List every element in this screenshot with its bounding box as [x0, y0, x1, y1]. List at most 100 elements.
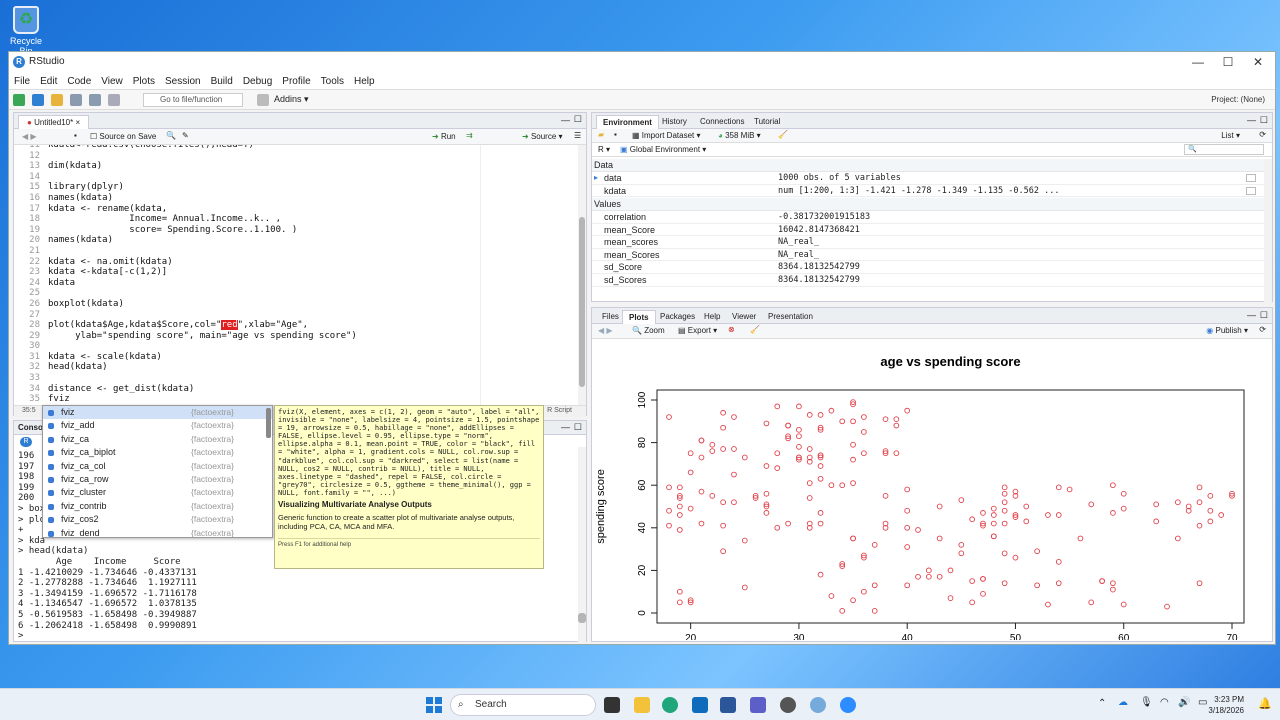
- taskbar-search[interactable]: ⌕ Search: [450, 694, 596, 716]
- completion-item[interactable]: fviz_cluster {factoextra}: [43, 486, 272, 499]
- code-line[interactable]: 24 kdata: [14, 278, 580, 289]
- rerun-icon[interactable]: ⇉: [466, 131, 473, 140]
- word-icon[interactable]: [720, 697, 736, 713]
- env-row[interactable]: mean_Scores NA_real_: [592, 249, 1272, 262]
- refresh-env-icon[interactable]: ⟳: [1259, 130, 1266, 139]
- rstudio-taskbar-icon[interactable]: [810, 697, 826, 713]
- notification-bell-icon[interactable]: 🔔: [1258, 697, 1272, 710]
- view-data-icon[interactable]: [1246, 186, 1256, 195]
- tab-history[interactable]: History: [656, 115, 693, 129]
- env-row[interactable]: sd_Score 8364.18132542799: [592, 261, 1272, 274]
- tab-connections[interactable]: Connections: [694, 115, 750, 129]
- microphone-icon[interactable]: 🎙: [1140, 697, 1153, 708]
- grid-layout-icon[interactable]: [257, 94, 269, 106]
- code-line[interactable]: 29 ylab="spending score", main="age vs s…: [14, 331, 580, 342]
- menu-plots[interactable]: Plots: [128, 72, 160, 88]
- tab-viewer[interactable]: Viewer: [726, 310, 762, 324]
- battery-icon[interactable]: ▭: [1198, 697, 1207, 708]
- env-row[interactable]: sd_Scores 8364.18132542799: [592, 274, 1272, 287]
- minimize-env-icon[interactable]: —: [1247, 115, 1256, 125]
- project-menu[interactable]: Project: (None): [1211, 95, 1265, 104]
- import-dataset-menu[interactable]: ▦ Import Dataset ▾: [632, 131, 701, 140]
- env-scrollbar[interactable]: [1264, 159, 1272, 303]
- completion-item[interactable]: fviz_ca_row {factoextra}: [43, 473, 272, 486]
- recycle-bin-icon[interactable]: ♻ Recycle Bin: [4, 6, 48, 56]
- new-file-icon[interactable]: [13, 94, 25, 106]
- menu-view[interactable]: View: [96, 72, 128, 88]
- source-button[interactable]: ➜ Source ▾: [522, 132, 563, 141]
- code-line[interactable]: 32 head(kdata): [14, 362, 580, 373]
- minimize-button[interactable]: —: [1183, 54, 1213, 70]
- file-type-menu[interactable]: R Script: [547, 407, 572, 414]
- view-data-icon[interactable]: [1246, 174, 1256, 182]
- completion-item[interactable]: fviz_cos2 {factoextra}: [43, 513, 272, 526]
- code-tools-icon[interactable]: ✎: [182, 131, 189, 140]
- console-scrollbar[interactable]: [578, 447, 586, 643]
- code-line[interactable]: 31 kdata <- scale(kdata): [14, 352, 580, 363]
- completion-item[interactable]: fviz_contrib {factoextra}: [43, 500, 272, 513]
- env-row[interactable]: mean_Score 16042.8147368421: [592, 224, 1272, 237]
- code-line[interactable]: 23 kdata <-kdata[-c(1,2)]: [14, 267, 580, 278]
- tab-files[interactable]: Files: [596, 310, 625, 324]
- code-line[interactable]: 27: [14, 310, 580, 321]
- back-arrow-icon[interactable]: ◀ ▶: [22, 132, 37, 141]
- new-project-icon[interactable]: [32, 94, 45, 106]
- volume-icon[interactable]: 🔊: [1178, 697, 1190, 708]
- save-all-icon[interactable]: [89, 94, 102, 106]
- source-on-save-checkbox[interactable]: ☐ Source on Save: [90, 132, 156, 141]
- menu-debug[interactable]: Debug: [238, 72, 277, 88]
- code-line[interactable]: 18 Income= Annual.Income..k.. ,: [14, 214, 580, 225]
- close-tab-icon[interactable]: ×: [75, 118, 80, 127]
- menu-profile[interactable]: Profile: [277, 72, 315, 88]
- file-explorer-icon[interactable]: [634, 697, 650, 713]
- remove-plot-icon[interactable]: ⊗: [728, 325, 735, 334]
- clock[interactable]: 3:23 PM 3/18/2026: [1208, 694, 1244, 716]
- completion-item[interactable]: fviz_ca_col {factoextra}: [43, 460, 272, 473]
- wifi-icon[interactable]: ◠: [1160, 697, 1169, 708]
- editor-scrollbar[interactable]: [578, 145, 586, 405]
- completion-item[interactable]: fviz_ca {factoextra}: [43, 433, 272, 446]
- task-view-icon[interactable]: [604, 697, 620, 713]
- env-row[interactable]: correlation -0.381732001915183: [592, 211, 1272, 224]
- code-line[interactable]: 14: [14, 172, 580, 183]
- language-menu[interactable]: R ▾: [598, 145, 610, 154]
- memory-usage[interactable]: ◕ 358 MiB ▾: [718, 131, 761, 140]
- menu-tools[interactable]: Tools: [316, 72, 349, 88]
- code-line[interactable]: 28 plot(kdata$Age,kdata$Score,col="red",x…: [14, 320, 580, 331]
- code-line[interactable]: 35 fviz: [14, 394, 580, 405]
- code-line[interactable]: 20 names(kdata): [14, 235, 580, 246]
- minimize-plots-icon[interactable]: —: [1247, 310, 1256, 320]
- refresh-plot-icon[interactable]: ⟳: [1259, 325, 1266, 334]
- completion-item[interactable]: fviz_add {factoextra}: [43, 419, 272, 432]
- maximize-env-icon[interactable]: ☐: [1260, 115, 1268, 126]
- autocomplete-scrollbar[interactable]: [266, 408, 271, 438]
- menu-edit[interactable]: Edit: [35, 72, 62, 88]
- addins-menu[interactable]: Addins ▾: [274, 94, 309, 105]
- env-row[interactable]: mean_scores NA_real_: [592, 236, 1272, 249]
- edge-icon[interactable]: [662, 697, 678, 713]
- view-mode-menu[interactable]: List ▾: [1221, 131, 1240, 140]
- outlook-icon[interactable]: [692, 697, 708, 713]
- export-menu[interactable]: ▤ Export ▾: [678, 326, 717, 335]
- maximize-button[interactable]: ☐: [1213, 54, 1243, 70]
- menu-session[interactable]: Session: [160, 72, 206, 88]
- minimize-pane-icon[interactable]: —: [561, 115, 570, 125]
- menu-build[interactable]: Build: [206, 72, 238, 88]
- save-workspace-icon[interactable]: ▪: [614, 130, 617, 139]
- completion-item[interactable]: fviz_dend {factoextra}: [43, 527, 272, 537]
- env-search-input[interactable]: 🔍: [1184, 144, 1264, 155]
- onedrive-icon[interactable]: ☁: [1118, 697, 1128, 708]
- env-row[interactable]: kdata num [1:200, 1:3] -1.421 -1.278 -1.3…: [592, 185, 1272, 198]
- code-line[interactable]: 17 kdata <- rename(kdata,: [14, 204, 580, 215]
- code-line[interactable]: 34 distance <- get_dist(kdata): [14, 384, 580, 395]
- search-icon[interactable]: 🔍: [166, 131, 176, 140]
- tab-environment[interactable]: Environment: [596, 115, 659, 129]
- publish-menu[interactable]: ◉ Publish ▾: [1206, 326, 1248, 335]
- menu-code[interactable]: Code: [62, 72, 96, 88]
- zoom-app-icon[interactable]: [840, 697, 856, 713]
- expand-arrow-icon[interactable]: ▸: [594, 172, 598, 185]
- open-file-icon[interactable]: [51, 94, 64, 106]
- windows-start-icon[interactable]: [426, 697, 442, 713]
- global-env-menu[interactable]: ▣ Global Environment ▾: [620, 145, 706, 154]
- code-line[interactable]: 15 library(dplyr): [14, 182, 580, 193]
